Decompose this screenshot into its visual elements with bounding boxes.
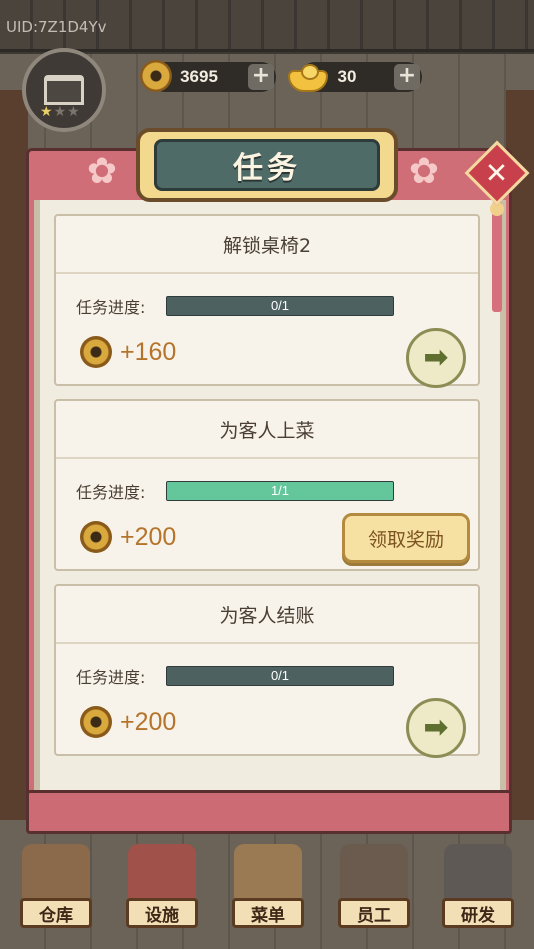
tassel-ornament	[490, 202, 504, 312]
star-icon: ★	[40, 104, 54, 120]
go-button[interactable]: ➡	[406, 328, 466, 388]
research-pot-icon	[444, 844, 512, 906]
reward: +200	[80, 704, 176, 740]
facility-icon	[128, 844, 196, 906]
star-icon: ★	[53, 104, 68, 120]
coin-icon	[140, 60, 172, 92]
flower-ornament-icon: ✿	[86, 151, 118, 192]
nav-item-warehouse[interactable]: 仓库	[8, 838, 104, 946]
nav-label: 研发	[442, 898, 514, 928]
right-arrow-icon: ➡	[423, 340, 449, 375]
coin-icon	[80, 521, 112, 553]
panel-scroll-rod	[26, 790, 512, 834]
add-coins-button[interactable]: +	[248, 64, 274, 90]
go-button[interactable]: ➡	[406, 698, 466, 758]
progress-text: 0/1	[270, 668, 290, 683]
progress-bar: 0/1	[166, 666, 394, 686]
panel-title: 任务	[233, 151, 301, 186]
task-title: 为客人结账	[56, 586, 478, 644]
progress-bar: 1/1	[166, 481, 394, 501]
add-ingots-button[interactable]: +	[394, 64, 420, 90]
reward: +200	[80, 519, 176, 555]
nav-item-staff[interactable]: 员工	[326, 838, 422, 946]
shop-house-icon	[44, 75, 84, 105]
staff-icon	[340, 844, 408, 906]
reward-amount: +200	[120, 522, 177, 551]
progress-text: 1/1	[270, 483, 290, 498]
star-icon: ★	[67, 104, 81, 120]
progress-label: 任务进度:	[76, 668, 146, 687]
nav-label: 员工	[338, 898, 410, 928]
right-arrow-icon: ➡	[423, 710, 449, 745]
task-card: 为客人结账 任务进度: 0/1 +200 ➡	[54, 584, 480, 758]
menu-book-icon	[234, 844, 302, 906]
panel-title-inner: 任务	[154, 139, 380, 191]
progress-label: 任务进度:	[76, 483, 146, 502]
reward: +160	[80, 334, 176, 370]
progress-bar: 0/1	[166, 296, 394, 316]
nav-item-research[interactable]: 研发	[430, 838, 526, 946]
coin-icon	[80, 336, 112, 368]
task-card: 解锁桌椅2 任务进度: 0/1 +160 ➡	[54, 214, 480, 388]
nav-item-menu[interactable]: 菜单	[220, 838, 316, 946]
nav-item-facility[interactable]: 设施	[114, 838, 210, 946]
claim-reward-button[interactable]: 领取奖励	[342, 513, 470, 563]
nav-label: 设施	[126, 898, 198, 928]
bottom-nav: 仓库 设施 菜单 员工 研发	[0, 838, 534, 949]
panel-title-plate: 任务	[136, 128, 398, 202]
task-title: 为客人上菜	[56, 401, 478, 459]
left-wall	[0, 90, 28, 820]
flower-ornament-icon: ✿	[408, 151, 440, 192]
warehouse-icon	[22, 844, 90, 906]
reward-amount: +200	[120, 707, 177, 736]
progress-text: 0/1	[270, 298, 290, 313]
uid-label: UID:7Z1D4Yv	[6, 18, 107, 36]
coin-icon	[80, 706, 112, 738]
shop-star-rating: ★★★	[40, 104, 81, 120]
close-icon: ✕	[485, 156, 509, 190]
nav-label: 仓库	[20, 898, 92, 928]
task-title: 解锁桌椅2	[56, 216, 478, 274]
progress-label: 任务进度:	[76, 298, 146, 317]
reward-amount: +160	[120, 337, 177, 366]
task-card: 为客人上菜 任务进度: 1/1 +200 领取奖励	[54, 399, 480, 571]
nav-label: 菜单	[232, 898, 304, 928]
